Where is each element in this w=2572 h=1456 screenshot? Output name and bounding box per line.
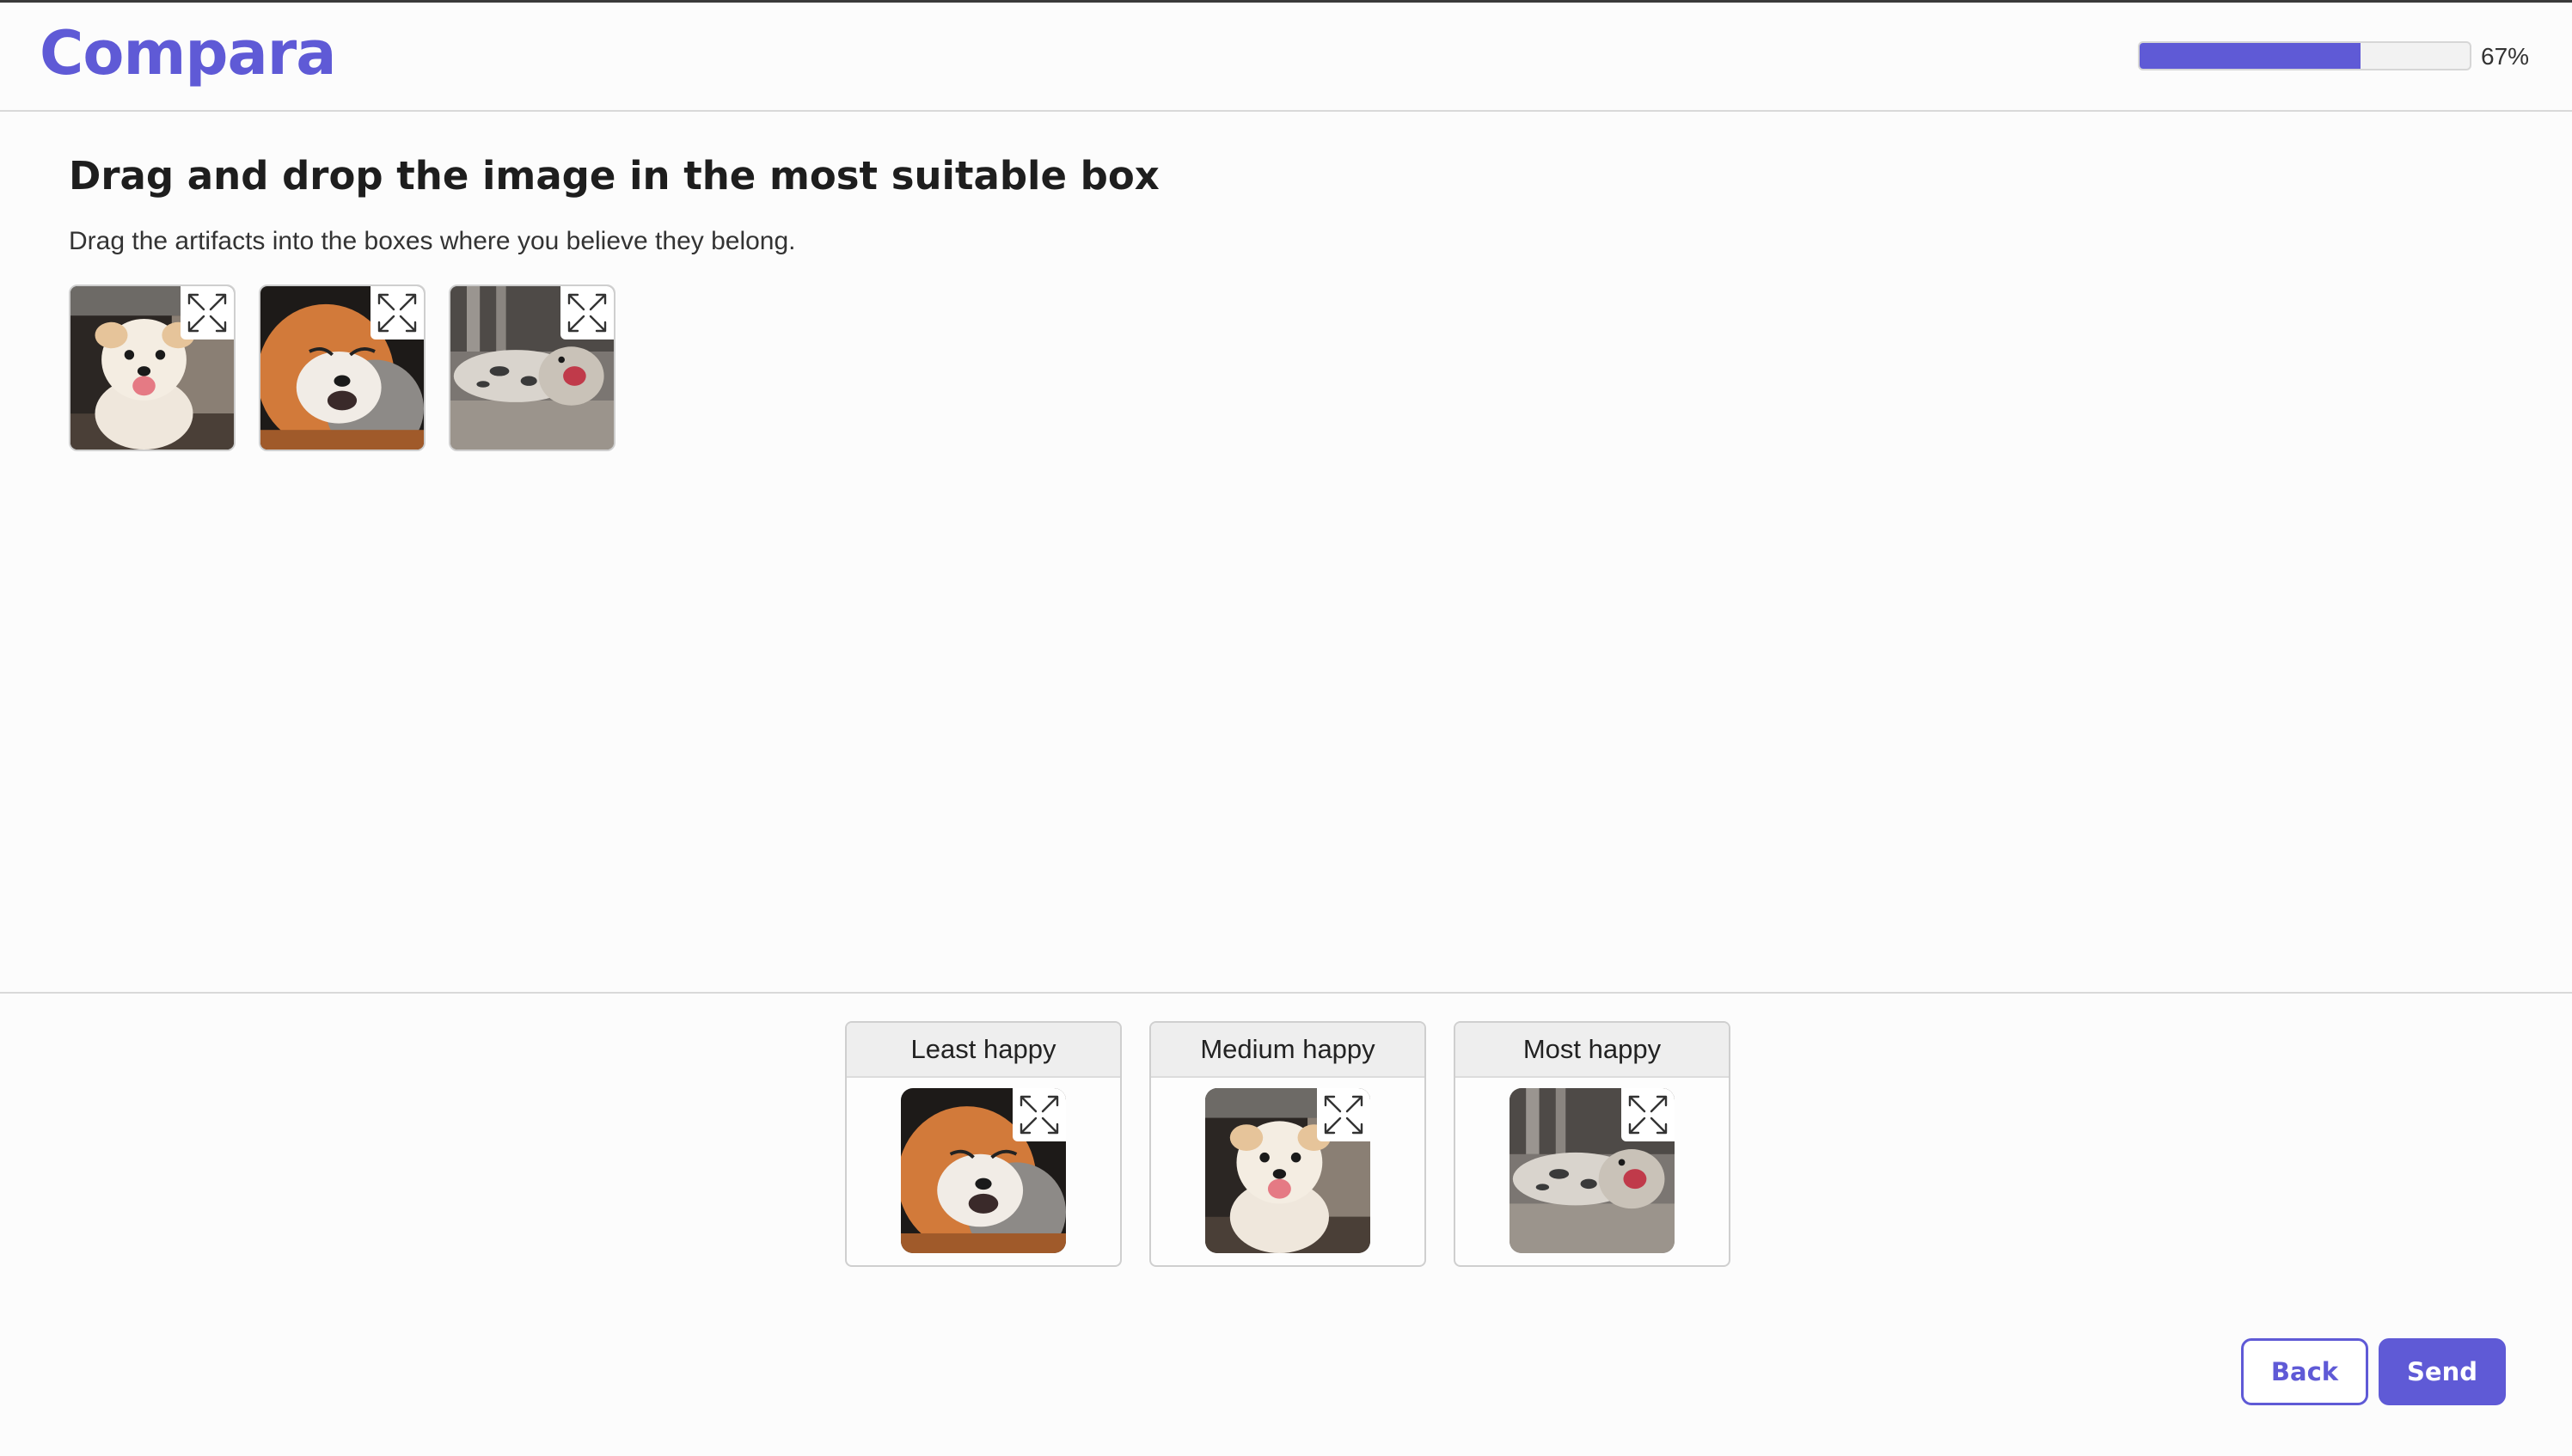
artifact-dog[interactable] [69,284,236,451]
drop-zone-medium-happy[interactable]: Medium happy [1149,1021,1426,1267]
page-instructions: Drag the artifacts into the boxes where … [69,227,796,255]
app-logo[interactable]: Compara [40,18,337,89]
drop-zones: Least happy Medium happy Most happy [845,1021,1730,1267]
drop-zone-most-happy[interactable]: Most happy [1454,1021,1730,1267]
send-button[interactable]: Send [2379,1338,2506,1405]
drop-zone-label: Medium happy [1151,1023,1424,1078]
artifact-pool [69,284,615,451]
artifact-fox[interactable] [259,284,426,451]
drop-zone-least-happy[interactable]: Least happy [845,1021,1122,1267]
drop-zone-label: Least happy [847,1023,1120,1078]
section-divider [0,992,2572,994]
drop-zone-label: Most happy [1455,1023,1729,1078]
progress-percent: 67% [2481,43,2530,70]
artifact-seal[interactable] [449,284,615,451]
expand-icon[interactable] [181,286,234,340]
page-title: Drag and drop the image in the most suit… [69,153,1160,199]
expand-icon[interactable] [370,286,424,340]
placed-artifact-fox[interactable] [901,1088,1066,1253]
expand-icon[interactable] [1013,1088,1066,1141]
expand-icon[interactable] [1621,1088,1675,1141]
expand-icon[interactable] [560,286,614,340]
back-button[interactable]: Back [2241,1338,2368,1405]
expand-icon[interactable] [1317,1088,1370,1141]
progress-bar-fill [2140,43,2361,69]
placed-artifact-seal[interactable] [1510,1088,1675,1253]
placed-artifact-dog[interactable] [1205,1088,1370,1253]
progress-bar [2138,41,2471,70]
app-header: Compara 67% [0,3,2572,112]
